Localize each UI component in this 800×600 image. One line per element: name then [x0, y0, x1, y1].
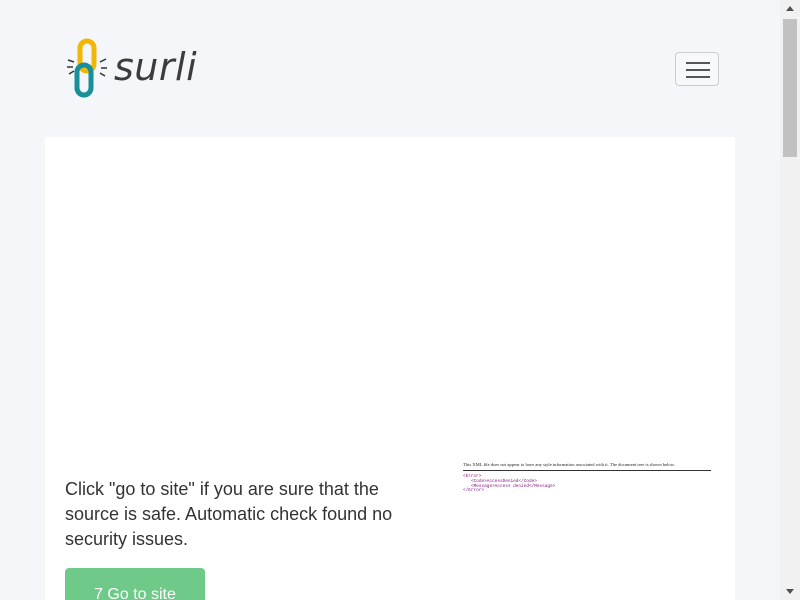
site-header: surli [0, 0, 780, 130]
hamburger-icon-bar [686, 69, 710, 71]
scroll-up-button[interactable] [780, 0, 800, 17]
safety-message: Click "go to site" if you are sure that … [65, 479, 393, 549]
brand-name: surli [114, 45, 198, 89]
vertical-scrollbar[interactable] [780, 0, 800, 600]
redirect-card: This XML file does not appear to have an… [45, 137, 735, 600]
site-preview-thumbnail: This XML file does not appear to have an… [463, 462, 713, 502]
arrow-down-icon [786, 589, 794, 594]
preview-note: This XML file does not appear to have an… [463, 462, 675, 467]
preview-xml: <Error> <Code>AccessDenied</Code> <Messa… [463, 474, 713, 494]
navbar-toggle-button[interactable] [675, 52, 719, 86]
scroll-down-button[interactable] [780, 583, 800, 600]
hamburger-icon-bar [686, 76, 710, 78]
scroll-thumb[interactable] [783, 19, 797, 157]
hamburger-icon [686, 62, 710, 64]
page-viewport: surli This XML file does not appear to h… [0, 0, 780, 600]
preview-divider [463, 470, 711, 471]
chain-link-logo-icon [67, 38, 107, 98]
arrow-up-icon [786, 6, 794, 11]
surli-logo[interactable]: surli [66, 38, 216, 100]
xml-line: </Error> [463, 488, 485, 494]
go-to-site-button[interactable]: 7 Go to site [65, 568, 205, 600]
